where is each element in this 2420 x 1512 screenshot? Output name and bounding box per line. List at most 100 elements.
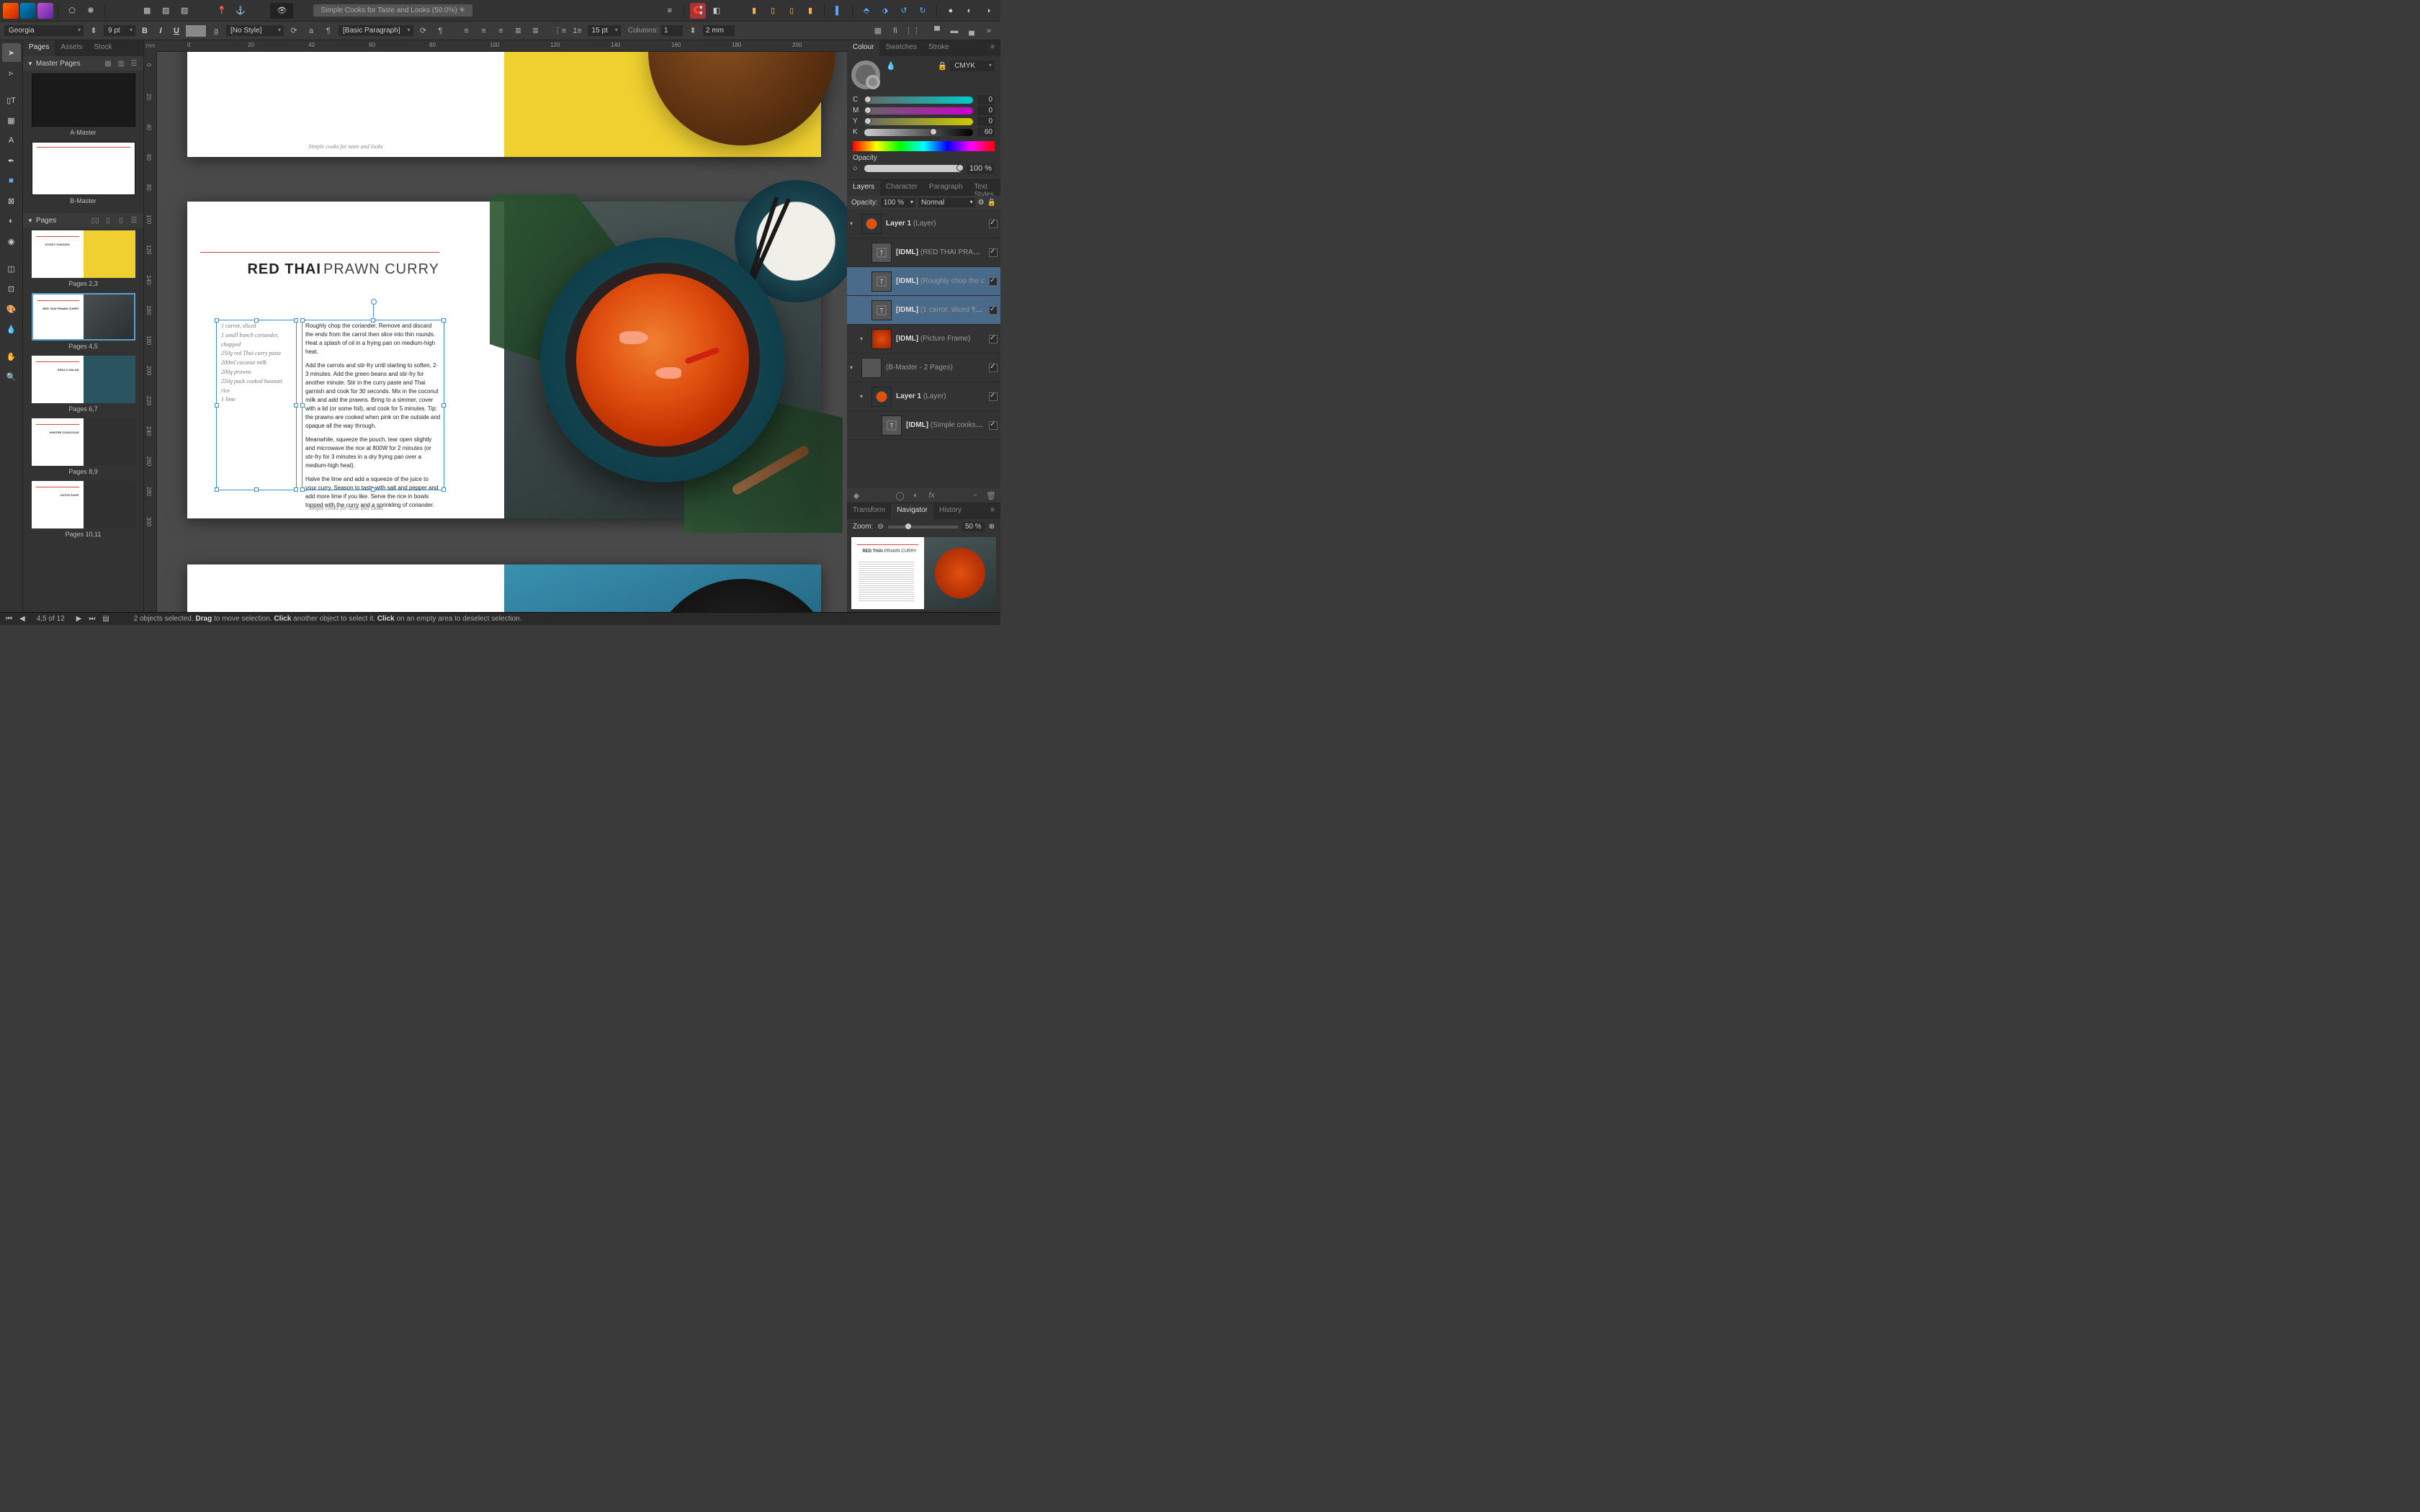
- colour-picker-tool[interactable]: 💧: [2, 320, 21, 338]
- yellow-slider[interactable]: Y0: [847, 117, 1000, 126]
- instructions-frame[interactable]: Roughly chop the coriander. Remove and d…: [302, 320, 444, 490]
- visibility-checkbox[interactable]: [989, 248, 998, 257]
- blob-icon[interactable]: ❋: [83, 3, 99, 19]
- underline-button[interactable]: U: [170, 27, 183, 35]
- arrange-backward-icon[interactable]: ▯: [784, 3, 799, 19]
- frame-mid-icon[interactable]: ▬: [947, 24, 962, 38]
- document-title[interactable]: Simple Cooks for Taste and Looks (50.0%)…: [313, 4, 472, 17]
- fill-tool[interactable]: 🎨: [2, 300, 21, 318]
- arrange-forward-icon[interactable]: ▯: [765, 3, 781, 19]
- spread-thumb-4-5[interactable]: RED THAI PRAWN CURRY Pages 4,5: [26, 293, 140, 350]
- photo-persona-icon[interactable]: [37, 3, 53, 19]
- zoom-tool[interactable]: 🔍: [2, 367, 21, 386]
- opacity-slider[interactable]: ○ 100 %: [847, 162, 1000, 175]
- flip-h-icon[interactable]: ⬘: [859, 3, 874, 19]
- tab-transform[interactable]: Transform: [847, 503, 891, 519]
- snap-icon[interactable]: 🧲: [690, 3, 706, 19]
- layer-mask-icon[interactable]: ◯: [895, 490, 905, 500]
- cyan-slider[interactable]: C0: [847, 95, 1000, 104]
- disclosure-triangle-icon[interactable]: ▾: [850, 220, 857, 227]
- spectrum-bar[interactable]: [853, 141, 995, 151]
- ingredients-frame[interactable]: 1 carrot, sliced 1 small bunch coriander…: [216, 320, 297, 490]
- visibility-checkbox[interactable]: [989, 306, 998, 315]
- vector-crop-tool[interactable]: ◫: [2, 259, 21, 278]
- layer-fx-icon[interactable]: fx: [927, 490, 937, 500]
- publisher-app-icon[interactable]: [3, 3, 19, 19]
- view-mode-2-icon[interactable]: ▧: [158, 3, 174, 19]
- update-para-icon[interactable]: ⟳: [416, 24, 431, 38]
- zoom-in-button[interactable]: ⊕: [989, 523, 995, 531]
- zoom-out-button[interactable]: ⊖: [877, 523, 883, 531]
- char-style-dropdown[interactable]: [No Style]: [226, 25, 284, 36]
- frame-text-tool[interactable]: ▯T: [2, 91, 21, 109]
- first-page-button[interactable]: ⏮: [4, 615, 14, 623]
- preview-icon[interactable]: 👁: [270, 3, 293, 19]
- bool-int-icon[interactable]: ◑: [980, 3, 996, 19]
- tab-assets[interactable]: Assets: [55, 40, 88, 56]
- designer-persona-icon[interactable]: [20, 3, 36, 19]
- layer-opacity-dropdown[interactable]: 100 %: [881, 198, 915, 207]
- horizontal-ruler[interactable]: 02040 6080100 120140160 180200: [157, 40, 847, 52]
- transparency-tool[interactable]: ◉: [2, 232, 21, 251]
- zoom-value[interactable]: 50 %: [962, 522, 985, 531]
- tab-pages[interactable]: Pages: [23, 40, 55, 56]
- disclosure-triangle-icon[interactable]: ▾: [860, 336, 867, 342]
- font-step-icon[interactable]: ⬍: [86, 24, 101, 38]
- typography-fi-icon[interactable]: fi: [888, 24, 902, 38]
- frame-bot-icon[interactable]: ▄: [964, 24, 979, 38]
- arrange-back-icon[interactable]: ▮: [802, 3, 818, 19]
- para-style-icon[interactable]: ¶: [321, 24, 336, 38]
- view-mode-1-icon[interactable]: ▦: [139, 3, 155, 19]
- overflow-icon[interactable]: »: [982, 24, 996, 38]
- panel-menu-icon[interactable]: ≡: [985, 503, 1000, 519]
- vertical-ruler[interactable]: 02040 6080100 120140160 180200220 240260…: [144, 52, 157, 612]
- align-center-button[interactable]: ≡: [477, 24, 491, 38]
- colour-mode-dropdown[interactable]: CMYK: [950, 60, 995, 71]
- panel-menu-icon[interactable]: ≡: [985, 40, 1000, 56]
- lock-icon[interactable]: 🔒: [987, 199, 996, 207]
- layer-row[interactable]: ▾ (B-Master - 2 Pages): [847, 354, 1000, 382]
- tab-paragraph[interactable]: Paragraph: [923, 180, 969, 196]
- gear-icon[interactable]: ⚙: [978, 199, 985, 207]
- node-tool[interactable]: ▹: [2, 63, 21, 82]
- font-family-dropdown[interactable]: Georgia: [4, 25, 84, 36]
- polygon-icon[interactable]: ⬠: [64, 3, 80, 19]
- magenta-slider[interactable]: M0: [847, 106, 1000, 115]
- gutter-input[interactable]: 2 mm: [703, 25, 735, 36]
- navigator-preview[interactable]: RED THAI PRAWN CURRY: [851, 537, 996, 609]
- pan-tool[interactable]: ✋: [2, 347, 21, 366]
- disclosure-triangle-icon[interactable]: ▾: [850, 364, 857, 371]
- layer-row[interactable]: T[IDML] (Roughly chop the c: [847, 267, 1000, 296]
- lock-icon[interactable]: 🔒: [938, 61, 948, 71]
- master-opts-1-icon[interactable]: ▦: [103, 58, 113, 68]
- prev-page-button[interactable]: ◀: [18, 615, 27, 623]
- layer-blend-icon[interactable]: ◆: [851, 490, 861, 500]
- tab-text-styles[interactable]: Text Styles: [969, 180, 1000, 196]
- clip-icon[interactable]: ◧: [709, 3, 725, 19]
- columns-step-icon[interactable]: ⬍: [686, 24, 700, 38]
- align-right-button[interactable]: ≡: [494, 24, 508, 38]
- leading-dropdown[interactable]: 15 pt: [588, 25, 621, 36]
- next-page-button[interactable]: ▶: [75, 615, 84, 623]
- spread-thumb-10-11[interactable]: CATCH SOUP Pages 10,11: [26, 481, 140, 538]
- bool-sub-icon[interactable]: ◐: [962, 3, 977, 19]
- artistic-text-tool[interactable]: A: [2, 131, 21, 150]
- tab-character[interactable]: Character: [880, 180, 923, 196]
- columns-input[interactable]: 1: [661, 25, 683, 36]
- text-color-swatch[interactable]: [186, 25, 206, 37]
- master-opts-3-icon[interactable]: ☰: [129, 58, 139, 68]
- master-opts-2-icon[interactable]: ▥: [116, 58, 126, 68]
- layer-row[interactable]: ▾Layer 1 (Layer): [847, 210, 1000, 238]
- ruler-unit[interactable]: mm: [144, 40, 157, 52]
- blend-mode-dropdown[interactable]: Normal: [918, 198, 975, 207]
- table-tool[interactable]: ▦: [2, 111, 21, 130]
- align-group-icon[interactable]: ▌: [830, 3, 846, 19]
- visibility-checkbox[interactable]: [989, 220, 998, 228]
- zoom-slider[interactable]: [888, 526, 958, 528]
- update-style-icon[interactable]: ⟳: [287, 24, 301, 38]
- bool-add-icon[interactable]: ●: [943, 3, 959, 19]
- disclosure-triangle-icon[interactable]: ▾: [860, 393, 867, 400]
- pilcrow-icon[interactable]: ¶: [434, 24, 448, 38]
- rotate-cw-icon[interactable]: ↻: [915, 3, 931, 19]
- bold-button[interactable]: B: [138, 27, 151, 35]
